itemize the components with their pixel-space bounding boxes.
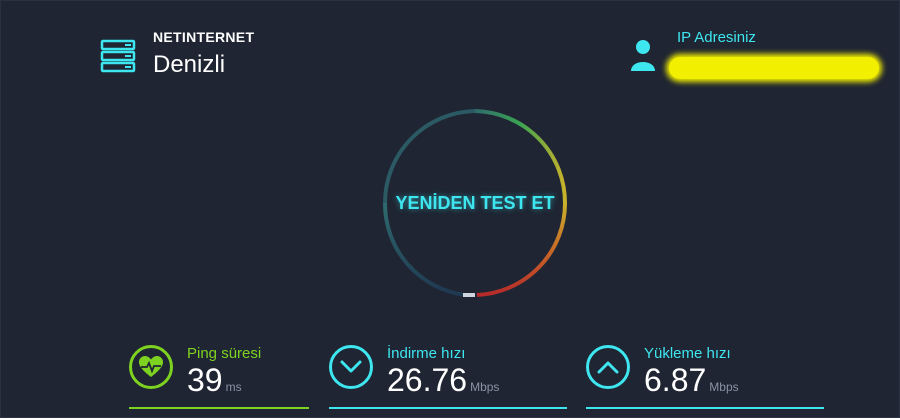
upload-underline bbox=[586, 407, 824, 409]
server-icon bbox=[99, 37, 139, 77]
server-city: Denizli bbox=[153, 51, 226, 78]
ip-value-redacted bbox=[669, 57, 879, 79]
speed-gauge: YENİDEN TEST ET bbox=[377, 105, 573, 301]
speedtest-app: NETINTERNET Denizli IP Adresiniz YENİDEN… bbox=[0, 0, 900, 418]
download-unit: Mbps bbox=[470, 380, 500, 394]
user-icon bbox=[629, 37, 657, 73]
ping-underline bbox=[129, 407, 309, 409]
download-label: İndirme hızı bbox=[387, 345, 466, 362]
upload-label: Yükleme hızı bbox=[644, 345, 731, 362]
ping-label: Ping süresi bbox=[187, 345, 262, 362]
ping-unit: ms bbox=[225, 380, 242, 394]
ping-value: 39 bbox=[187, 362, 223, 398]
server-info: NETINTERNET Denizli bbox=[99, 29, 254, 79]
retest-button[interactable]: YENİDEN TEST ET bbox=[387, 115, 563, 291]
download-stat: İndirme hızı 26.76 Mbps bbox=[329, 345, 567, 409]
chevron-up-icon bbox=[586, 345, 630, 389]
upload-unit: Mbps bbox=[709, 380, 739, 394]
ping-stat: Ping süresi 39 ms bbox=[129, 345, 309, 409]
server-provider: NETINTERNET bbox=[153, 29, 255, 45]
upload-stat: Yükleme hızı 6.87 Mbps bbox=[586, 345, 824, 409]
chevron-down-icon bbox=[329, 345, 373, 389]
download-value: 26.76 bbox=[387, 362, 468, 398]
heartbeat-icon bbox=[129, 345, 173, 389]
download-underline bbox=[329, 407, 567, 409]
upload-value: 6.87 bbox=[644, 362, 707, 398]
ip-label: IP Adresiniz bbox=[677, 29, 756, 46]
